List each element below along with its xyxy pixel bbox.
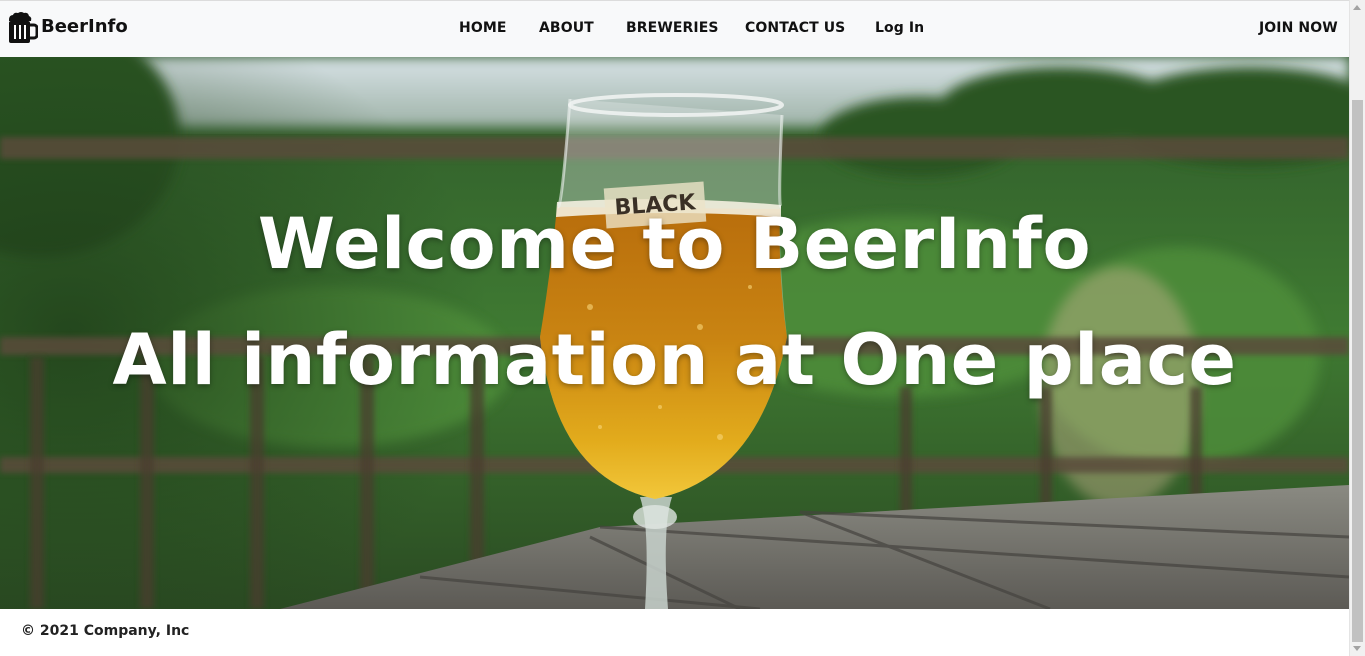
nav-log-in[interactable]: Log In — [875, 20, 924, 36]
nav-about[interactable]: ABOUT — [539, 20, 594, 36]
main-nav: HOME ABOUT BREWERIES CONTACT US Log In J… — [0, 1, 1349, 58]
scroll-thumb[interactable] — [1352, 100, 1363, 642]
nav-home[interactable]: HOME — [459, 20, 507, 36]
hero-section: BLACK Welcome to BeerInfo All informatio… — [0, 57, 1349, 609]
join-now-button[interactable]: JOIN NOW — [1259, 20, 1338, 36]
navbar: BeerInfo HOME ABOUT BREWERIES CONTACT US… — [0, 0, 1349, 57]
footer-copyright: © 2021 Company, Inc — [21, 623, 190, 639]
scroll-down-arrow-icon[interactable] — [1353, 646, 1361, 651]
scroll-up-arrow-icon[interactable] — [1353, 5, 1361, 10]
nav-breweries[interactable]: BREWERIES — [626, 20, 719, 36]
hero-heading-line2: All information at One place — [112, 319, 1237, 401]
page-scrollbar[interactable] — [1349, 0, 1365, 656]
nav-contact-us[interactable]: CONTACT US — [745, 20, 845, 36]
hero-heading-line1: Welcome to BeerInfo — [257, 203, 1092, 285]
footer: © 2021 Company, Inc — [0, 609, 1349, 656]
